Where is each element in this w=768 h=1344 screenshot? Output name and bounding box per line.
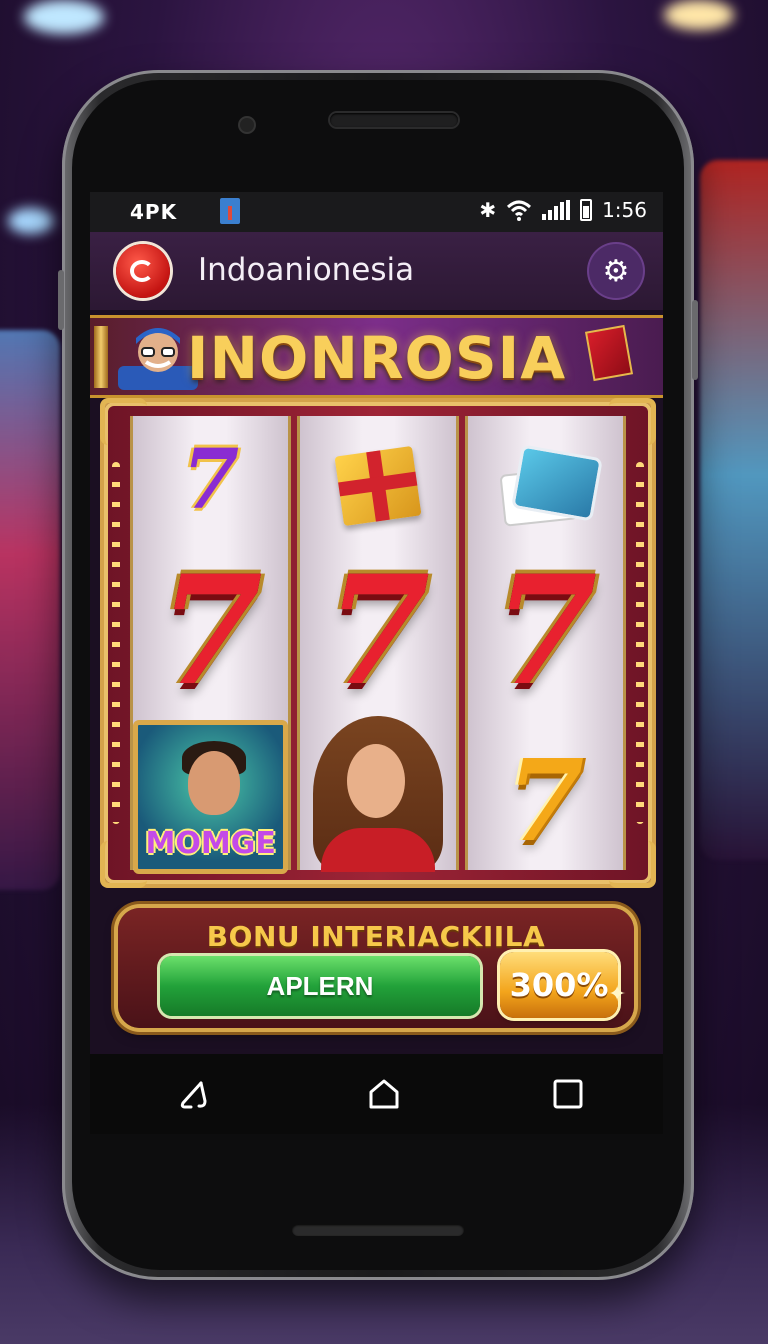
bonus-title: BONU INTERIACKIILA	[206, 920, 546, 953]
frame-lights	[636, 462, 644, 824]
gear-icon: ⚙	[602, 253, 630, 289]
reel-symbol: 7	[133, 546, 288, 716]
ceiling-light	[8, 208, 54, 234]
reel-1[interactable]: 7 7 MOMGE	[130, 416, 292, 874]
gift-box-icon	[334, 445, 422, 527]
reel-symbol	[468, 436, 623, 536]
ceiling-light	[664, 0, 734, 30]
app-title: Indoanionesia	[198, 252, 415, 288]
game-banner: INONROSIA	[90, 315, 663, 398]
bonus-percent-badge[interactable]: 300%	[500, 952, 618, 1018]
character-face	[188, 751, 240, 815]
bottom-speaker	[292, 1224, 464, 1236]
status-time: 1:56	[602, 198, 647, 222]
status-carrier-text: 4PK	[130, 200, 178, 224]
reel-symbol: 7	[468, 546, 623, 716]
reel-symbol: MOMGE	[133, 720, 289, 874]
reel-symbol: 7	[468, 732, 623, 872]
sparkle-icon: ✦	[608, 982, 627, 1007]
red-seven-icon: 7	[325, 543, 431, 719]
battery-icon	[580, 199, 593, 221]
character-card-label: MOMGE	[145, 826, 276, 861]
reel-2[interactable]: 7	[297, 416, 459, 872]
gift-decoration-icon	[584, 324, 634, 382]
woman-face	[346, 744, 405, 818]
reel-symbol: 7	[300, 546, 455, 716]
phone-screen: 4PK ✱ 1:56 Indoanionesia ⚙ INONROSIA 7 7…	[90, 192, 663, 1134]
wifi-icon	[507, 200, 532, 221]
brightness-icon: ✱	[479, 198, 497, 222]
playing-cards-icon	[499, 444, 604, 527]
reel-symbol	[300, 436, 455, 536]
settings-button[interactable]: ⚙	[589, 244, 643, 298]
app-bar: Indoanionesia ⚙	[90, 232, 663, 310]
status-icons: ✱ 1:56	[479, 198, 647, 222]
character-card-icon: MOMGE	[133, 720, 289, 874]
card-front	[511, 444, 604, 522]
status-bar: 4PK ✱ 1:56	[90, 192, 663, 232]
reel-symbol: 7	[133, 430, 288, 530]
slot-machine: 7 7 MOMGE 7 7 7	[100, 398, 656, 888]
app-logo-icon[interactable]	[116, 244, 170, 298]
gold-seven-icon: 7	[506, 736, 585, 867]
app-notification-icon	[220, 198, 240, 224]
frame-lights	[112, 462, 120, 824]
back-button[interactable]	[174, 1074, 214, 1114]
arcade-machine-right	[700, 160, 768, 860]
woman-dress	[320, 828, 435, 872]
reel-3[interactable]: 7 7	[464, 416, 626, 872]
game-title: INONROSIA	[186, 324, 567, 392]
apply-button[interactable]: APLERN	[160, 956, 480, 1016]
front-camera	[240, 118, 254, 132]
back-icon	[180, 1081, 207, 1109]
purple-seven-icon: 7	[182, 432, 240, 528]
power-button	[692, 300, 698, 380]
signal-icon	[542, 200, 571, 220]
red-seven-icon: 7	[493, 543, 598, 719]
arcade-machine-left	[0, 330, 60, 890]
home-button[interactable]	[364, 1074, 404, 1114]
volume-button	[58, 270, 64, 330]
ceiling-light	[24, 0, 104, 34]
earpiece-speaker	[330, 113, 458, 127]
recents-button[interactable]	[548, 1074, 588, 1114]
home-icon	[369, 1079, 399, 1109]
bonus-panel: BONU INTERIACKIILA APLERN 300% ✦	[118, 908, 634, 1028]
navigation-bar	[90, 1054, 663, 1134]
recents-icon	[553, 1079, 583, 1109]
woman-portrait-icon	[303, 716, 453, 872]
reel-symbol	[300, 716, 455, 872]
red-seven-icon: 7	[158, 543, 263, 719]
reels: 7 7 MOMGE 7 7 7	[130, 416, 626, 874]
